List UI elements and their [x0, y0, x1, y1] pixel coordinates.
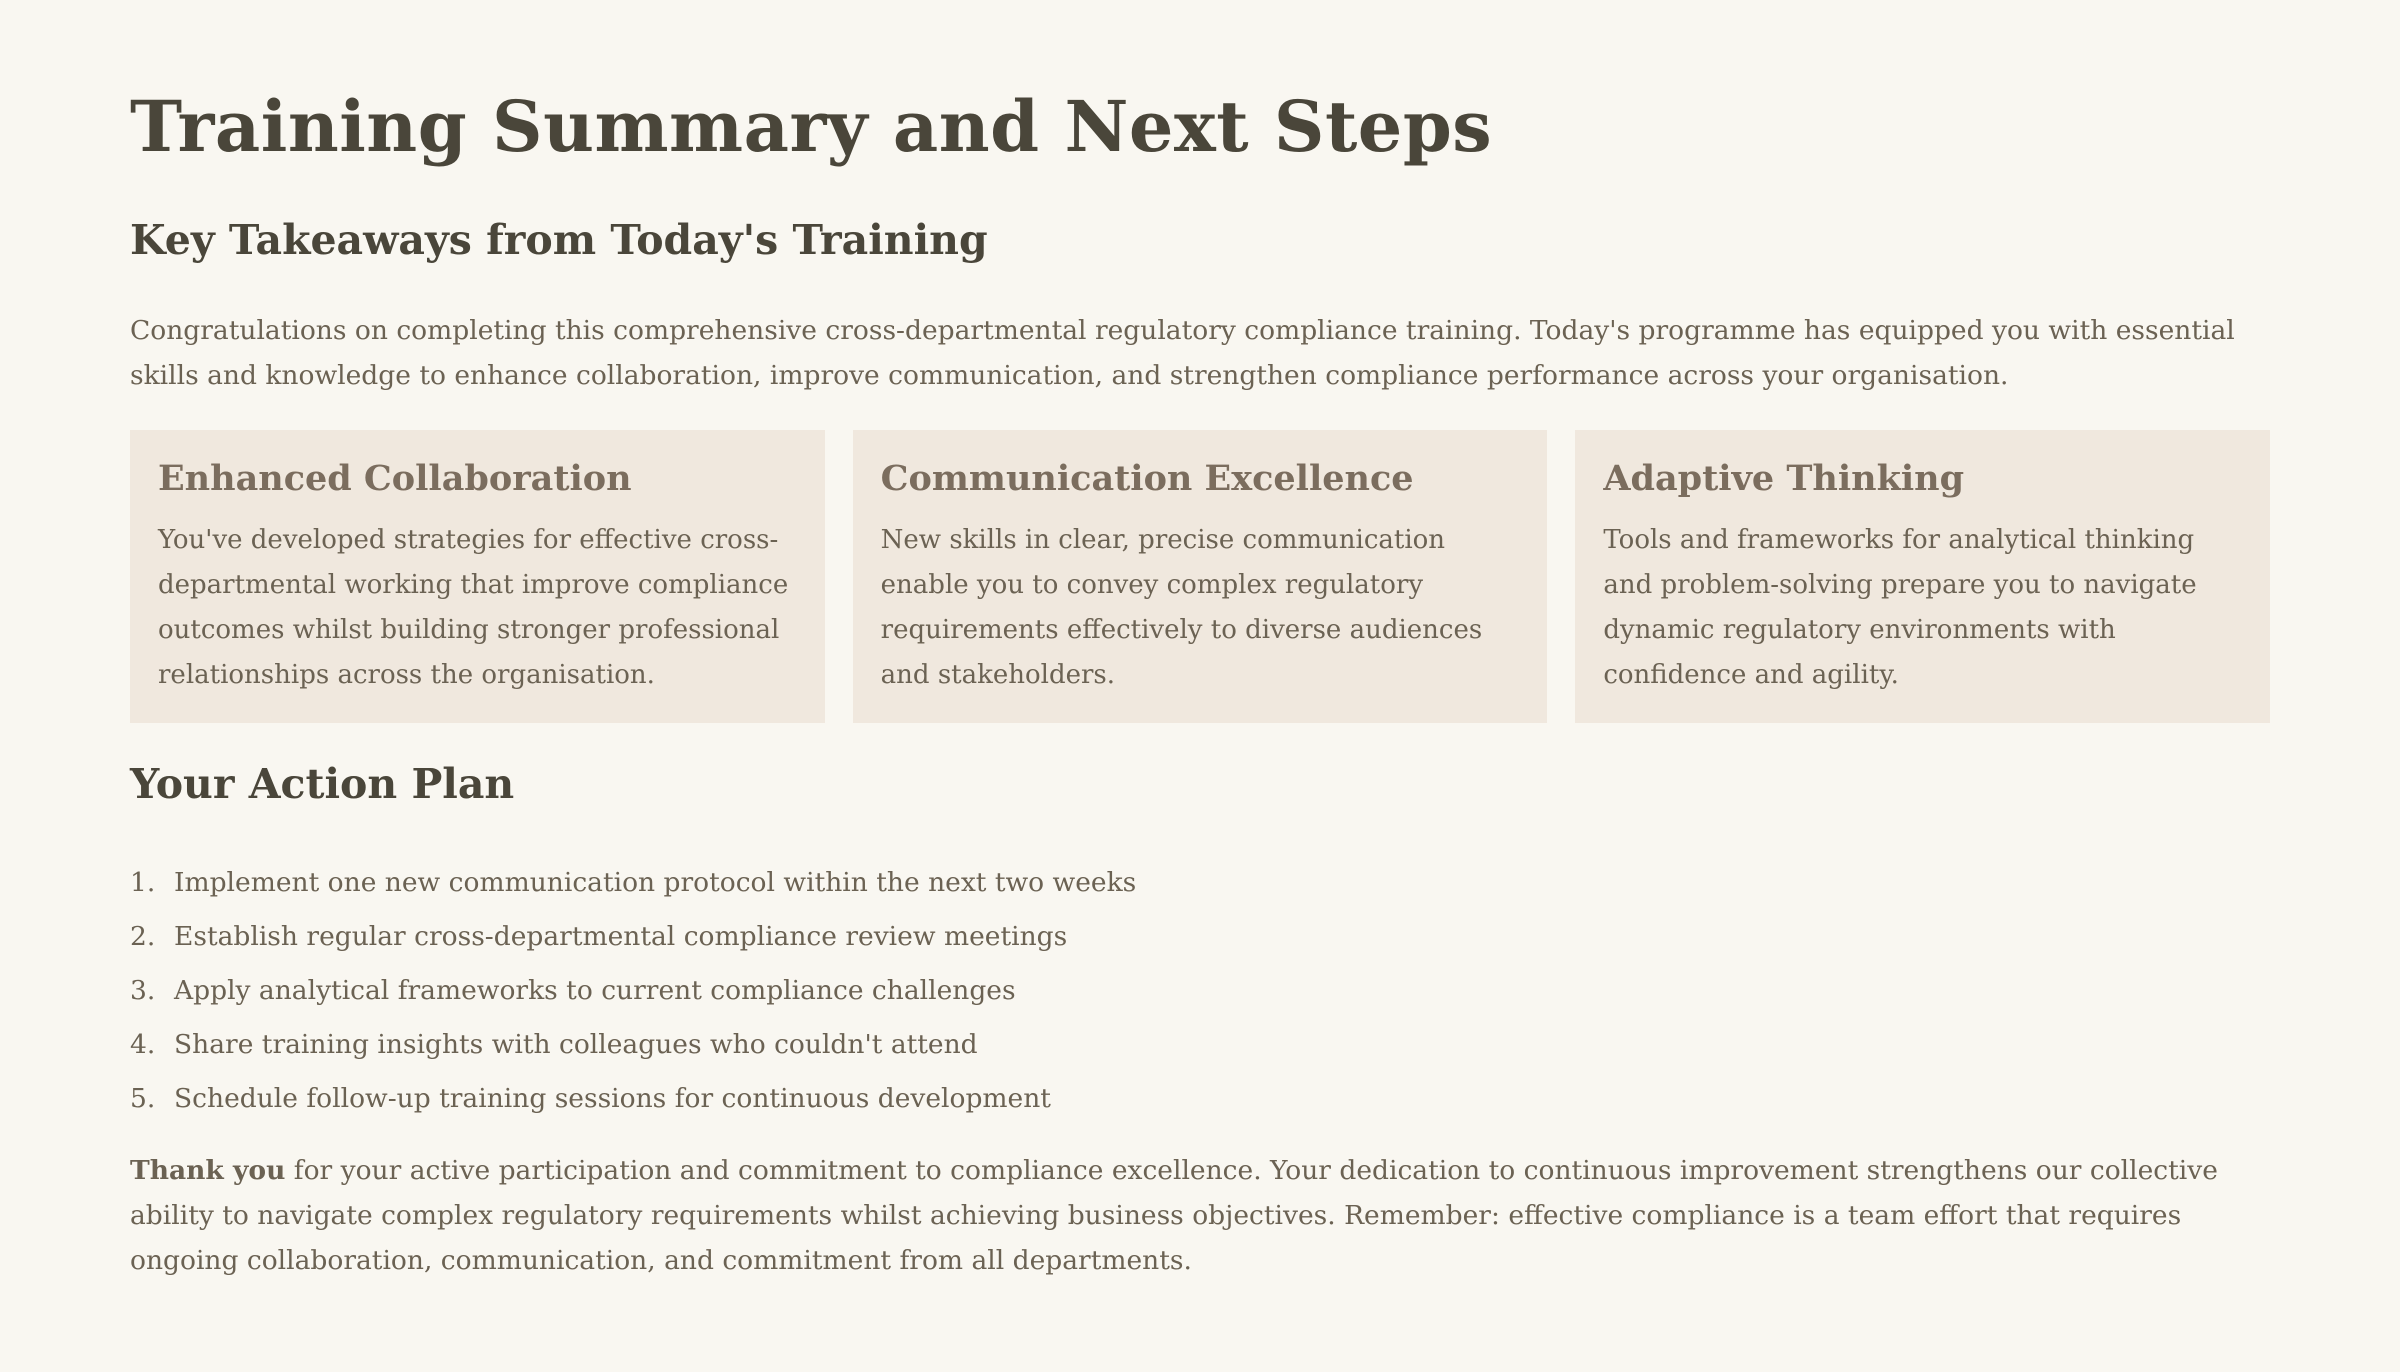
card-communication: Communication Excellence New skills in c…	[852, 430, 1548, 723]
card-collaboration: Enhanced Collaboration You've developed …	[130, 430, 825, 723]
list-item-number: 4.	[130, 1029, 156, 1060]
card-text: Tools and frameworks for analytical thin…	[1603, 525, 2197, 690]
closing-paragraph: Thank you for your active participation …	[130, 1148, 2270, 1283]
list-item-text: Share training insights with colleagues …	[174, 1029, 978, 1060]
takeaway-cards: Enhanced Collaboration You've developed …	[130, 430, 2271, 723]
card-adaptive-thinking: Adaptive Thinking Tools and frameworks f…	[1575, 430, 2271, 723]
list-item: 2. Establish regular cross-departmental …	[130, 910, 1136, 964]
list-item-number: 2.	[130, 921, 156, 952]
section-heading-action-plan: Your Action Plan	[130, 760, 515, 808]
list-item-text: Implement one new communication protocol…	[174, 867, 1137, 898]
list-item-text: Establish regular cross-departmental com…	[174, 921, 1068, 952]
closing-text: for your active participation and commit…	[130, 1155, 2218, 1276]
action-plan-list: 1. Implement one new communication proto…	[130, 856, 1136, 1126]
list-item: 4. Share training insights with colleagu…	[130, 1018, 1136, 1072]
section-heading-takeaways: Key Takeaways from Today's Training	[130, 216, 988, 264]
card-text: New skills in clear, precise communicati…	[880, 525, 1483, 690]
page-title: Training Summary and Next Steps	[130, 85, 1493, 168]
closing-emphasis: Thank you	[130, 1155, 286, 1186]
list-item-number: 5.	[130, 1083, 156, 1114]
list-item-number: 3.	[130, 975, 156, 1006]
card-title: Communication Excellence	[880, 458, 1414, 499]
list-item-text: Schedule follow-up training sessions for…	[174, 1083, 1051, 1114]
list-item-number: 1.	[130, 867, 156, 898]
card-text: You've developed strategies for effectiv…	[158, 525, 789, 690]
list-item: 3. Apply analytical frameworks to curren…	[130, 964, 1136, 1018]
list-item: 5. Schedule follow-up training sessions …	[130, 1072, 1136, 1126]
card-title: Adaptive Thinking	[1603, 458, 1965, 499]
list-item-text: Apply analytical frameworks to current c…	[174, 975, 1016, 1006]
card-title: Enhanced Collaboration	[158, 458, 632, 499]
intro-paragraph: Congratulations on completing this compr…	[130, 315, 2235, 391]
list-item: 1. Implement one new communication proto…	[130, 856, 1136, 910]
